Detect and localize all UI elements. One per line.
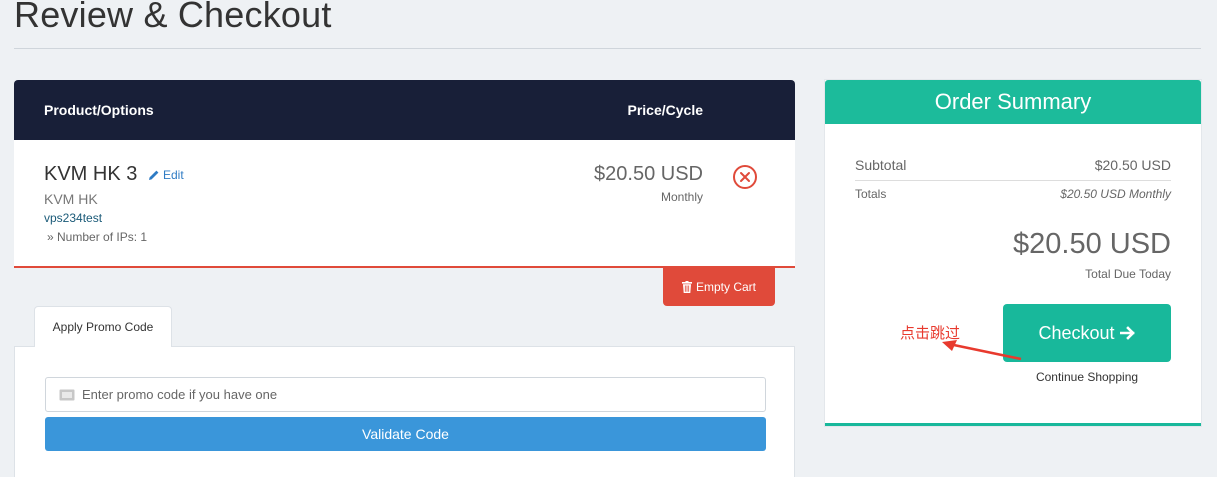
annotation-arrow-icon — [942, 340, 1022, 361]
product-options-heading: Product/Options — [44, 102, 154, 118]
item-cycle: Monthly — [660, 190, 703, 204]
promo-code-input[interactable] — [82, 378, 762, 411]
subtotal-value: $20.50 USD — [1094, 157, 1171, 173]
validate-code-button[interactable]: Validate Code — [45, 417, 766, 451]
product-hostname: vps234test — [44, 211, 103, 225]
edit-link[interactable]: Edit — [148, 168, 184, 182]
subtotal-label: Subtotal — [855, 157, 907, 173]
continue-shopping-link[interactable]: Continue Shopping — [1003, 370, 1171, 384]
empty-cart-label: Empty Cart — [695, 280, 756, 294]
empty-cart-button[interactable]: Empty Cart — [663, 268, 775, 306]
total-due-amount: $20.50 USD — [1013, 228, 1171, 260]
totals-value: $20.50 USD Monthly — [1060, 187, 1171, 201]
promo-panel: Validate Code — [14, 346, 795, 477]
product-option: » Number of IPs: 1 — [47, 230, 148, 244]
summary-divider — [855, 180, 1171, 181]
close-icon — [740, 172, 750, 182]
price-cycle-heading: Price/Cycle — [627, 102, 704, 118]
item-price: $20.50 USD — [594, 163, 703, 185]
pencil-icon — [149, 170, 159, 180]
trash-icon — [681, 281, 692, 293]
promo-code-field[interactable] — [45, 377, 766, 412]
ticket-icon — [59, 389, 75, 401]
subtotal-row: Subtotal $20.50 USD — [855, 157, 1171, 173]
product-group: KVM HK — [44, 191, 98, 207]
totals-label: Totals — [855, 187, 887, 201]
edit-label: Edit — [163, 168, 184, 182]
cart-item: KVM HK 3 Edit KVM HK vps234test » Number… — [14, 140, 795, 268]
tab-apply-promo-code[interactable]: Apply Promo Code — [34, 306, 172, 347]
totals-row: Totals $20.50 USD Monthly — [855, 187, 1171, 201]
cart-header: Product/Options Price/Cycle — [14, 80, 795, 140]
checkout-label: Checkout — [1038, 322, 1115, 343]
remove-item-button[interactable] — [733, 165, 757, 189]
title-divider — [14, 48, 1201, 49]
total-due-label: Total Due Today — [1085, 267, 1171, 281]
order-summary-panel: Order Summary Subtotal $20.50 USD Totals… — [825, 80, 1201, 426]
product-name: KVM HK 3 — [44, 163, 138, 185]
page-title: Review & Checkout — [14, 0, 332, 35]
order-summary-title: Order Summary — [825, 80, 1201, 124]
arrow-right-icon — [1119, 326, 1135, 340]
